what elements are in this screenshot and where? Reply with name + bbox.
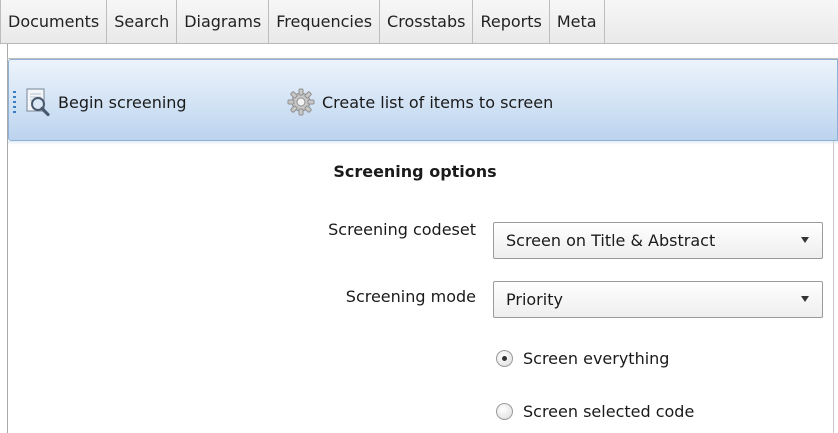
main-tab-bar: Documents Search Diagrams Frequencies Cr… xyxy=(0,0,838,44)
screening-codeset-select[interactable]: Screen on Title & Abstract xyxy=(493,222,823,259)
create-list-button[interactable]: Create list of items to screen xyxy=(286,84,553,120)
radio-screen-everything[interactable]: Screen everything xyxy=(496,349,669,368)
screening-mode-select[interactable]: Priority xyxy=(493,281,823,318)
radio-screen-selected-code-label: Screen selected code xyxy=(523,402,695,421)
screening-codeset-label: Screening codeset xyxy=(328,220,476,239)
chevron-down-icon xyxy=(801,237,809,243)
tab-crosstabs[interactable]: Crosstabs xyxy=(380,0,474,43)
gear-icon xyxy=(286,87,315,117)
radio-button-unchecked[interactable] xyxy=(496,403,513,420)
toolbar-grip-handle[interactable] xyxy=(13,91,16,113)
screening-codeset-value: Screen on Title & Abstract xyxy=(506,231,716,250)
begin-screening-label: Begin screening xyxy=(58,92,187,112)
toolbar-shadow xyxy=(8,141,838,145)
begin-screening-button[interactable]: Begin screening xyxy=(24,84,187,120)
tab-frequencies[interactable]: Frequencies xyxy=(269,0,381,43)
tab-documents[interactable]: Documents xyxy=(0,0,108,43)
radio-button-checked[interactable] xyxy=(496,350,513,367)
radio-screen-everything-label: Screen everything xyxy=(523,349,670,368)
create-list-label: Create list of items to screen xyxy=(322,92,554,112)
magnifier-document-icon xyxy=(24,87,52,117)
screening-mode-value: Priority xyxy=(506,290,563,309)
panel-divider xyxy=(833,141,834,433)
chevron-down-icon xyxy=(801,296,809,302)
tab-reports[interactable]: Reports xyxy=(473,0,550,43)
screening-options-title: Screening options xyxy=(333,162,497,181)
tab-meta[interactable]: Meta xyxy=(550,0,605,43)
radio-screen-selected-code[interactable]: Screen selected code xyxy=(496,402,694,421)
tab-search[interactable]: Search xyxy=(107,0,178,43)
tab-diagrams[interactable]: Diagrams xyxy=(177,0,270,43)
screening-mode-label: Screening mode xyxy=(345,287,476,306)
